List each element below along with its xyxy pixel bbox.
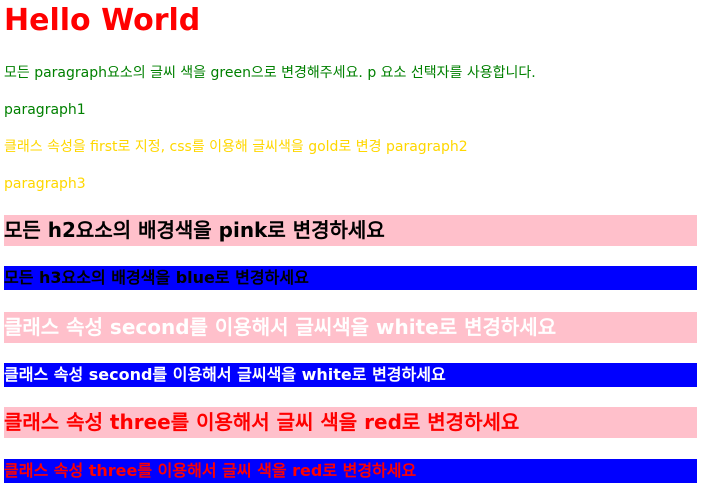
paragraph-1: paragraph1	[4, 102, 86, 118]
h2-second-heading: 클래스 속성 second를 이용해서 글씨색을 white로 변경하세요	[4, 312, 697, 343]
h2-pink-heading: 모든 h2요소의 배경색을 pink로 변경하세요	[4, 215, 697, 246]
paragraph-2: 클래스 속성을 first로 지정, css를 이용해 글씨색을 gold로 변…	[4, 139, 468, 155]
h2-three-heading: 클래스 속성 three를 이용해서 글씨 색을 red로 변경하세요	[4, 407, 697, 438]
h3-three-heading: 클래스 속성 three를 이용해서 글씨 색을 red로 변경하세요	[4, 459, 697, 483]
page-title: Hello World	[4, 3, 201, 38]
paragraph-instruction: 모든 paragraph요소의 글씨 색을 green으로 변경해주세요. p …	[4, 65, 536, 81]
h3-blue-heading: 모든 h3요소의 배경색을 blue로 변경하세요	[4, 266, 697, 290]
h3-second-heading: 클래스 속성 second를 이용해서 글씨색을 white로 변경하세요	[4, 363, 697, 387]
paragraph-3: paragraph3	[4, 176, 86, 192]
